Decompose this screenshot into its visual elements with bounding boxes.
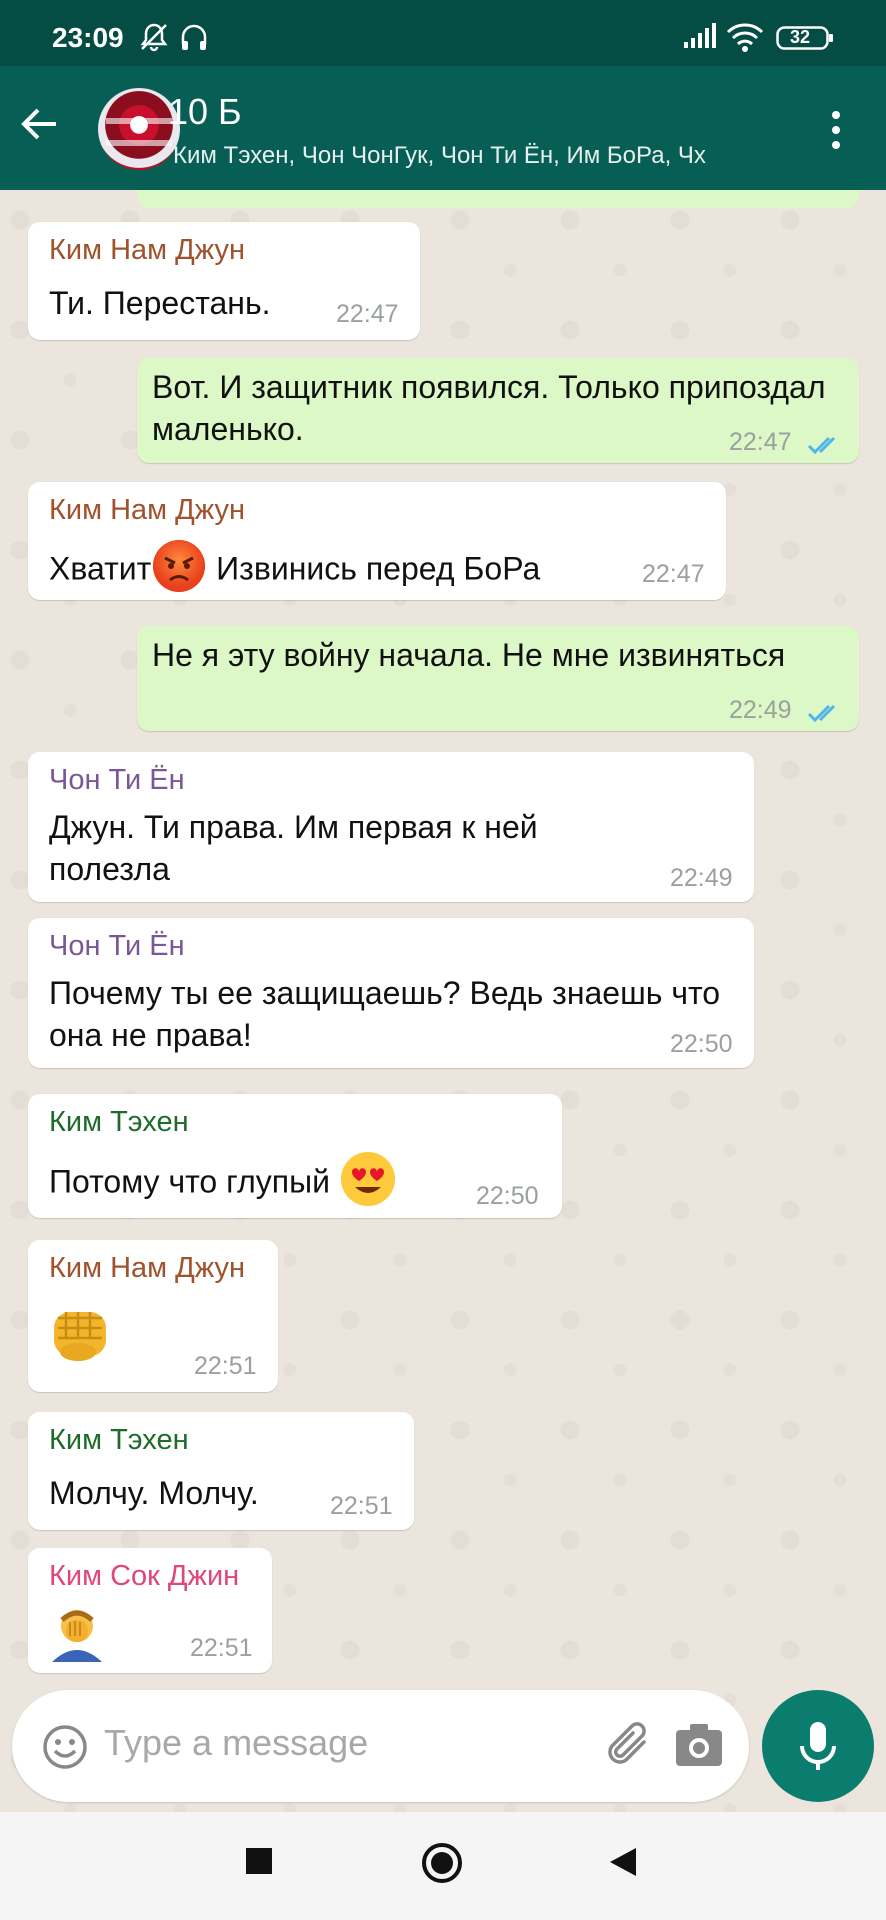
status-bar: 23:09 32 — [0, 0, 886, 66]
more-options-icon[interactable] — [826, 110, 846, 155]
back-icon[interactable] — [608, 1846, 638, 1883]
message-text: Не я эту войну начала. Не мне извиняться — [152, 637, 786, 673]
message-text: Потому что глупый — [49, 1163, 339, 1200]
outgoing-message[interactable]: Вот. И защитник появился. Только припозд… — [137, 358, 859, 463]
battery-level: 32 — [790, 27, 811, 47]
signal-icon — [682, 22, 718, 55]
man-facepalming-icon — [46, 1602, 108, 1670]
message-input[interactable]: Type a message — [104, 1722, 368, 1764]
chat-title[interactable]: 10 Б — [168, 91, 242, 133]
voice-message-button[interactable] — [762, 1690, 874, 1802]
message-sender: Чон Ти Ён — [49, 764, 185, 796]
heart-eyes-face-icon — [339, 1150, 397, 1218]
chat-participants[interactable]: Ким Тэхен, Чон ЧонГук, Чон Ти Ён, Им БоР… — [173, 142, 765, 170]
message-sender: Ким Сок Джин — [49, 1560, 240, 1592]
incoming-message[interactable]: Чон Ти Ён Почему ты ее защищаешь? Ведь з… — [28, 918, 754, 1068]
message-sender: Чон Ти Ён — [49, 930, 185, 962]
bell-off-icon — [138, 22, 170, 57]
message-list[interactable]: Ким Нам Джун Ти. Перестань. 22:47 Вот. И… — [0, 190, 886, 1812]
incoming-message[interactable]: Ким Нам Джун 22:51 — [28, 1240, 278, 1392]
incoming-message[interactable]: Ким Сок Джин 22:51 — [28, 1548, 272, 1673]
outgoing-message[interactable]: Не я эту войну начала. Не мне извиняться… — [137, 626, 859, 731]
back-arrow-icon[interactable] — [18, 102, 62, 151]
message-time: 22:50 — [670, 1030, 733, 1058]
message-time: 22:51 — [190, 1634, 253, 1662]
incoming-message[interactable]: Ким Нам Джун Ти. Перестань. 22:47 — [28, 222, 420, 340]
message-text-continued: Извинись перед БоРа — [207, 550, 541, 587]
message-time: 22:51 — [194, 1352, 257, 1380]
read-ticks-icon — [807, 696, 843, 733]
message-time: 22:47 — [336, 300, 399, 328]
battery-icon: 32 — [776, 26, 834, 55]
incoming-message[interactable]: Ким Тэхен Молчу. Молчу. 22:51 — [28, 1412, 414, 1530]
message-time: 22:49 — [729, 696, 792, 724]
chat-header: 10 Б Ким Тэхен, Чон ЧонГук, Чон Ти Ён, И… — [0, 66, 886, 190]
incoming-message[interactable]: Ким Тэхен Потому что глупый 22:50 — [28, 1094, 562, 1218]
camera-icon[interactable] — [674, 1722, 724, 1773]
status-time: 23:09 — [52, 22, 124, 53]
message-text: Джун. Ти права. Им первая к ней полезла — [49, 809, 538, 887]
message-time: 22:47 — [642, 560, 705, 588]
system-nav-bar — [0, 1812, 886, 1920]
message-time: 22:47 — [729, 428, 792, 456]
message-text: Почему ты ее защищаешь? Ведь знаешь что … — [49, 975, 721, 1053]
recents-icon[interactable] — [244, 1846, 274, 1881]
message-sender: Ким Нам Джун — [49, 494, 246, 526]
incoming-message[interactable]: Ким Нам Джун Хватит Извинись перед БоРа … — [28, 482, 726, 600]
message-time: 22:51 — [330, 1492, 393, 1520]
partial-outgoing-message — [137, 190, 859, 208]
angry-face-icon — [151, 538, 207, 604]
incoming-message[interactable]: Чон Ти Ён Джун. Ти права. Им первая к не… — [28, 752, 754, 902]
message-composer[interactable]: Type a message — [12, 1690, 749, 1802]
message-sender: Ким Нам Джун — [49, 234, 246, 266]
wifi-icon — [726, 22, 764, 57]
message-time: 22:50 — [476, 1182, 539, 1210]
home-icon[interactable] — [421, 1842, 463, 1889]
emoji-icon[interactable] — [42, 1724, 88, 1775]
microphone-icon — [800, 1722, 836, 1770]
message-time: 22:49 — [670, 864, 733, 892]
message-sender: Ким Нам Джун — [49, 1252, 246, 1284]
read-ticks-icon — [807, 428, 843, 465]
message-text: Хватит — [49, 550, 152, 587]
message-sender: Ким Тэхен — [49, 1106, 189, 1138]
headphones-icon — [178, 22, 210, 57]
oncoming-fist-icon — [48, 1302, 112, 1376]
attach-icon[interactable] — [604, 1720, 656, 1777]
message-sender: Ким Тэхен — [49, 1424, 189, 1456]
